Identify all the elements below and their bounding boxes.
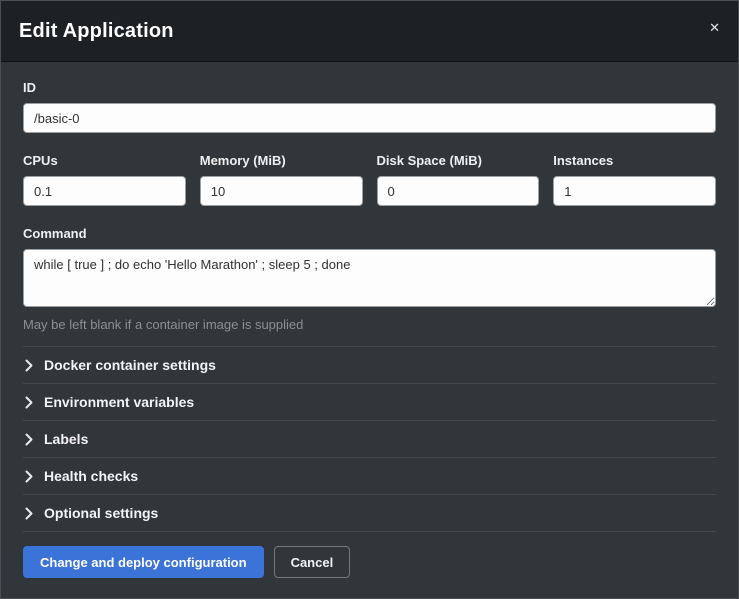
section-environment-variables[interactable]: Environment variables <box>23 383 716 420</box>
modal-header: Edit Application ✕ <box>1 1 738 62</box>
modal-title: Edit Application <box>19 20 720 43</box>
chevron-right-icon <box>25 396 33 409</box>
command-label: Command <box>23 226 716 241</box>
close-icon[interactable]: ✕ <box>705 17 724 38</box>
cpus-input[interactable] <box>23 176 186 206</box>
disk-space-input[interactable] <box>377 176 540 206</box>
section-label: Optional settings <box>44 505 158 521</box>
section-docker-container-settings[interactable]: Docker container settings <box>23 346 716 383</box>
settings-accordion: Docker container settings Environment va… <box>23 346 716 532</box>
instances-label: Instances <box>553 153 716 168</box>
cpus-field: CPUs <box>23 153 186 206</box>
section-label: Health checks <box>44 468 138 484</box>
section-labels[interactable]: Labels <box>23 420 716 457</box>
instances-field: Instances <box>553 153 716 206</box>
id-label: ID <box>23 80 716 95</box>
memory-input[interactable] <box>200 176 363 206</box>
resources-row: CPUs Memory (MiB) Disk Space (MiB) Insta… <box>23 153 716 206</box>
id-input[interactable] <box>23 103 716 133</box>
section-label: Environment variables <box>44 394 194 410</box>
section-label: Docker container settings <box>44 357 216 373</box>
id-field: ID <box>23 80 716 133</box>
memory-field: Memory (MiB) <box>200 153 363 206</box>
modal-body: ID CPUs Memory (MiB) Disk Space (MiB) In… <box>1 62 738 532</box>
instances-input[interactable] <box>553 176 716 206</box>
command-field: Command while [ true ] ; do echo 'Hello … <box>23 226 716 332</box>
section-label: Labels <box>44 431 88 447</box>
chevron-right-icon <box>25 433 33 446</box>
chevron-right-icon <box>25 470 33 483</box>
cancel-button[interactable]: Cancel <box>274 546 351 578</box>
command-textarea[interactable]: while [ true ] ; do echo 'Hello Marathon… <box>23 249 716 307</box>
memory-label: Memory (MiB) <box>200 153 363 168</box>
disk-space-label: Disk Space (MiB) <box>377 153 540 168</box>
change-and-deploy-button[interactable]: Change and deploy configuration <box>23 546 264 578</box>
command-help-text: May be left blank if a container image i… <box>23 317 716 332</box>
cpus-label: CPUs <box>23 153 186 168</box>
modal-footer: Change and deploy configuration Cancel <box>1 532 738 598</box>
section-health-checks[interactable]: Health checks <box>23 457 716 494</box>
disk-space-field: Disk Space (MiB) <box>377 153 540 206</box>
edit-application-modal: Edit Application ✕ ID CPUs Memory (MiB) … <box>0 0 739 599</box>
chevron-right-icon <box>25 359 33 372</box>
section-optional-settings[interactable]: Optional settings <box>23 494 716 532</box>
chevron-right-icon <box>25 507 33 520</box>
